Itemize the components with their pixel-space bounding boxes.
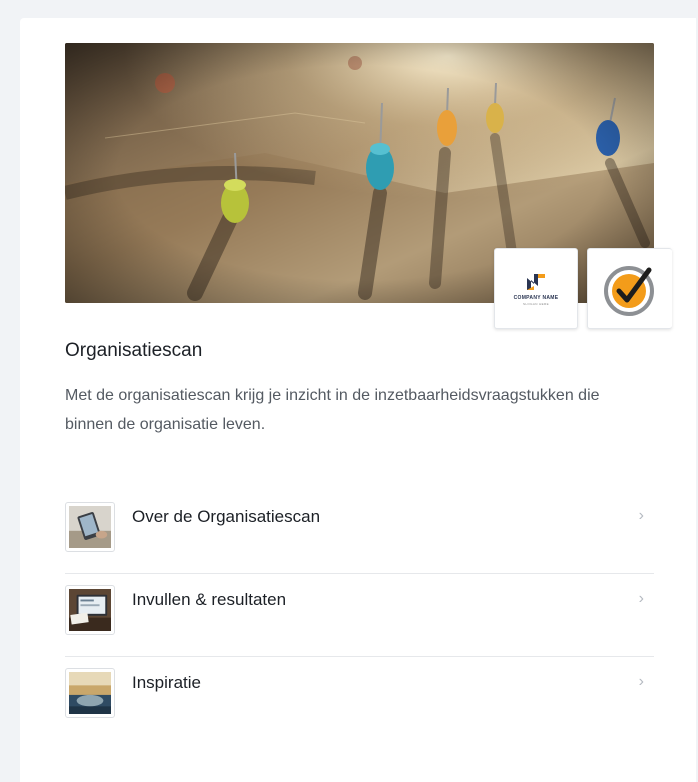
menu-item-label: Invullen & resultaten <box>132 590 287 609</box>
chevron-right-icon: › <box>638 590 644 607</box>
menu-item-invullen-resultaten[interactable]: Invullen & resultaten › <box>65 574 654 657</box>
card-description: Met de organisatiescan krijg je inzicht … <box>65 387 600 433</box>
menu-item-inspiratie[interactable]: Inspiratie › <box>65 657 654 739</box>
landscape-thumbnail-icon <box>65 668 115 718</box>
company-name-logo: COMPANY NAME SLOGAN HERE <box>514 272 559 306</box>
tablet-thumbnail-icon <box>65 502 115 552</box>
chevron-right-icon: › <box>638 673 644 690</box>
menu-item-label: Over de Organisatiescan <box>132 507 321 526</box>
checkmark-badge <box>587 248 672 329</box>
menu-item-label: Inspiratie <box>132 673 201 692</box>
company-name-text: COMPANY NAME <box>513 294 559 301</box>
orange-checkmark-icon <box>604 265 654 316</box>
company-logo-badge: COMPANY NAME SLOGAN HERE <box>494 248 578 329</box>
organisatiescan-card: COMPANY NAME SLOGAN HERE Organisatiescan… <box>20 18 696 782</box>
company-slogan-text: SLOGAN HERE <box>522 301 550 306</box>
menu-list: Over de Organisatiescan › Invullen & res… <box>65 491 654 739</box>
chevron-right-icon: › <box>638 507 644 524</box>
laptop-thumbnail-icon <box>65 585 115 635</box>
menu-item-over-de-organisatiescan[interactable]: Over de Organisatiescan › <box>65 491 654 574</box>
company-logo-icon <box>527 273 545 290</box>
card-title: Organisatiescan <box>65 340 203 361</box>
